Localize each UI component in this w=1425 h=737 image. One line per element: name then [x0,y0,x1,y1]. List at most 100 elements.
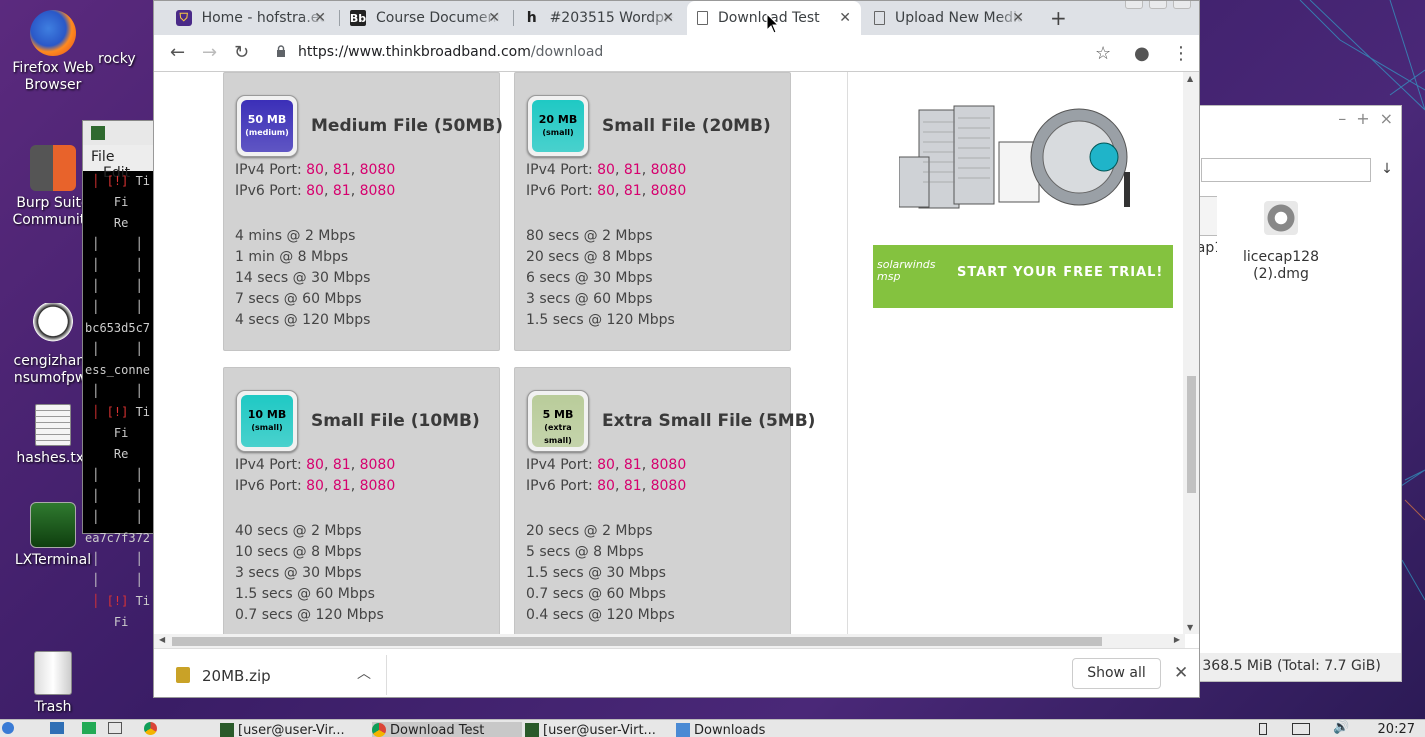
volume-icon[interactable]: 🔊 [1333,720,1349,735]
ipv4-port-link-80[interactable]: 80 [306,162,324,178]
ipv4-port-link-81[interactable]: 81 [333,457,351,473]
scroll-down-icon[interactable]: ▼ [1187,623,1193,632]
tab-hackerone[interactable]: h #203515 Wordpress ✕ [514,1,684,35]
scroll-left-icon[interactable]: ◀ [159,635,165,644]
maximize-window-button[interactable] [1149,1,1167,9]
speed-estimate: 7 secs @ 60 Mbps [235,291,362,307]
tab-course-documents[interactable]: Bb Course Documents ✕ [340,1,510,35]
terminal-line: │ [!] Ti [85,594,151,608]
horizontal-scrollbar[interactable]: ◀ ▶ [154,634,1185,648]
close-tab-icon[interactable]: ✕ [662,10,674,26]
ipv6-port-link-81[interactable]: 81 [333,478,351,494]
file-size-badge-icon[interactable]: 20 MB (small) [527,95,589,157]
ipv4-port-link-80[interactable]: 80 [597,162,615,178]
terminal-launcher-icon[interactable] [82,722,96,734]
maximize-icon[interactable]: + [1356,109,1369,129]
file-manager-window[interactable]: – + × ↓ licecap128 .dmg licecap128 (2).d… [1187,105,1402,682]
new-tab-button[interactable]: + [1050,6,1067,30]
star-icon[interactable]: ☆ [1095,43,1111,64]
close-tab-icon[interactable]: ✕ [488,10,500,26]
tab-hofstra[interactable]: ⛉ Home - hofstra.edu ✕ [166,1,336,35]
window-launcher-icon[interactable] [108,722,122,734]
ipv4-port-row: IPv4 Port: 80, 81, 8080 [235,457,395,473]
minimize-icon[interactable]: – [1338,109,1346,129]
menu-dots-icon[interactable]: ⋮ [1172,43,1190,64]
port-separator: , [641,162,651,178]
close-shelf-icon[interactable]: ✕ [1174,663,1188,683]
ipv6-port-link-81[interactable]: 81 [333,183,351,199]
show-all-button[interactable]: Show all [1072,658,1161,689]
download-separator [386,655,387,695]
start-menu-icon[interactable] [2,722,14,734]
ipv6-port-link-8080[interactable]: 8080 [651,183,687,199]
location-bar[interactable] [1201,158,1371,182]
address-bar[interactable]: https://www.thinkbroadband.com/download [298,44,603,60]
desktop-icon-trash[interactable]: Trash [5,651,101,716]
card-title: Small File (10MB) [311,411,480,431]
ipv4-port-link-8080[interactable]: 8080 [360,457,396,473]
solarwinds-ad-banner[interactable]: solarwinds msp START YOUR FREE TRIAL! [873,245,1173,308]
ipv4-port-link-8080[interactable]: 8080 [360,162,396,178]
file-item[interactable]: licecap128 (2).dmg [1241,201,1321,283]
ipv6-port-link-80[interactable]: 80 [597,183,615,199]
back-arrow-icon[interactable]: ← [170,42,185,63]
terminal-app-icon [91,126,105,140]
taskbar-item-terminal-1[interactable]: [user@user-Vir... [220,722,365,737]
terminal-menu-file[interactable]: File [91,149,114,165]
ipv6-port-link-81[interactable]: 81 [624,183,642,199]
close-icon[interactable]: × [1380,109,1393,129]
close-tab-icon[interactable]: ✕ [1012,10,1024,26]
ipv6-port-link-81[interactable]: 81 [624,478,642,494]
ipv6-port-link-8080[interactable]: 8080 [360,183,396,199]
chrome-launcher-icon[interactable] [144,722,157,735]
terminal-output[interactable]: │ [!] Ti Fi Re │ │ │ │ │ │ │ │ bc653d5c7 … [83,171,161,633]
taskbar-item-download-test[interactable]: Download Test [372,722,522,737]
server-vault-ad-image[interactable] [899,102,1134,217]
taskbar-item-terminal-2[interactable]: [user@user-Virt... [525,722,670,737]
ipv4-port-link-81[interactable]: 81 [624,162,642,178]
terminal-titlebar[interactable] [83,121,161,145]
scroll-right-icon[interactable]: ▶ [1174,635,1180,644]
desktop-icon-rocky[interactable]: rocky [98,51,158,68]
horizontal-scroll-thumb[interactable] [172,637,1102,646]
ipv4-port-link-8080[interactable]: 8080 [651,457,687,473]
close-window-button[interactable] [1173,1,1191,9]
chevron-up-icon[interactable]: ︿ [357,663,371,683]
ipv6-port-link-80[interactable]: 80 [306,183,324,199]
file-size-badge-icon[interactable]: 50 MB (medium) [236,95,298,157]
forward-arrow-icon[interactable]: → [202,42,217,63]
tab-upload-media[interactable]: Upload New Media ✕ [864,1,1034,35]
scroll-up-icon[interactable]: ▲ [1187,74,1193,83]
terminal-menubar: File Edit [83,145,161,181]
ipv6-port-link-80[interactable]: 80 [306,478,324,494]
taskbar-item-downloads[interactable]: Downloads [676,722,796,737]
browser-window[interactable]: ⛉ Home - hofstra.edu ✕ Bb Course Documen… [153,0,1200,698]
ipv4-port-link-80[interactable]: 80 [597,457,615,473]
ipv4-port-link-81[interactable]: 81 [333,162,351,178]
desktop-icon-firefox[interactable]: Firefox Web Browser [5,10,101,94]
ipv4-port-link-80[interactable]: 80 [306,457,324,473]
go-down-icon[interactable]: ↓ [1373,158,1401,182]
ipv4-port-link-81[interactable]: 81 [624,457,642,473]
firefox-icon [30,10,76,56]
vertical-scroll-thumb[interactable] [1187,376,1196,493]
file-size-badge-icon[interactable]: 10 MB (small) [236,390,298,452]
close-tab-icon[interactable]: ✕ [314,10,326,26]
close-tab-icon[interactable]: ✕ [839,10,851,26]
minimize-window-button[interactable] [1125,1,1143,9]
ipv4-port-link-8080[interactable]: 8080 [651,162,687,178]
download-item[interactable]: 20MB.zip [176,667,271,685]
terminal-window[interactable]: File Edit │ [!] Ti Fi Re │ │ │ │ │ │ │ │… [82,120,162,629]
reload-icon[interactable]: ↻ [234,42,249,63]
ipv6-port-link-8080[interactable]: 8080 [651,478,687,494]
vertical-scrollbar[interactable]: ▲ ▼ [1183,72,1199,634]
account-icon[interactable]: ● [1134,43,1150,64]
speed-list: 20 secs @ 2 Mbps 5 secs @ 8 Mbps 1.5 secs … [526,521,675,626]
ipv6-port-link-80[interactable]: 80 [597,478,615,494]
file-manager-launcher-icon[interactable] [50,722,64,734]
ipv6-port-link-8080[interactable]: 8080 [360,478,396,494]
battery-icon[interactable] [1259,723,1267,735]
file-size-badge-icon[interactable]: 5 MB (extra small) [527,390,589,452]
network-icon[interactable] [1292,723,1310,735]
ipv6-port-row: IPv6 Port: 80, 81, 8080 [526,478,686,494]
